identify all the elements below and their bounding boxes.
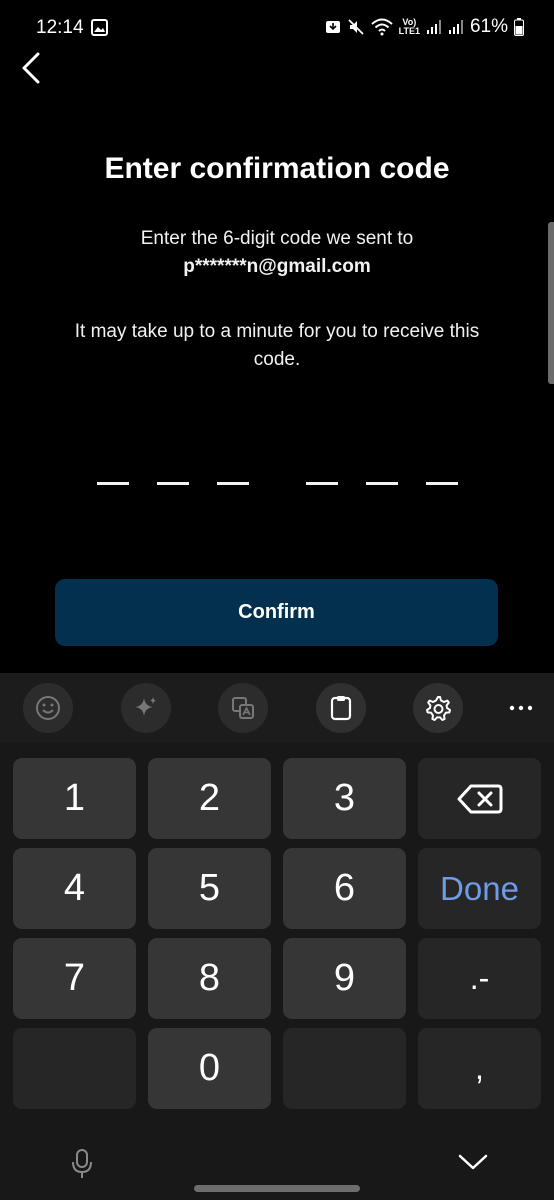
hide-keyboard-icon[interactable] [456,1150,490,1174]
subtitle-text: Enter the 6-digit code we sent to [140,228,414,249]
emoji-button[interactable] [23,683,73,733]
dot-dash-key[interactable]: .- [418,938,541,1019]
backspace-icon [457,784,502,813]
wifi-icon [370,18,393,36]
status-time: 12:14 [36,17,84,38]
settings-button[interactable] [413,683,463,733]
sparkle-icon [135,697,156,716]
delivery-note: It may take up to a minute for you to re… [74,321,480,370]
code-slot-2[interactable] [157,482,189,485]
battery-icon [514,18,524,36]
status-icons: Vo) LTE1 61% [325,16,524,38]
mute-icon [347,19,364,35]
code-slot-5[interactable] [366,482,398,485]
emoji-icon [36,696,60,720]
more-button[interactable] [496,683,546,733]
microphone-icon[interactable] [68,1148,96,1180]
clipboard-icon [330,696,352,721]
key-9[interactable]: 9 [283,938,406,1019]
key-0[interactable]: 0 [148,1028,271,1109]
notification-icon [325,21,340,33]
gallery-icon [91,19,108,36]
key-1[interactable]: 1 [13,758,136,839]
comma-key[interactable]: , [418,1028,541,1109]
code-input[interactable] [0,470,554,500]
empty-key-right [283,1028,406,1109]
code-slot-4[interactable] [306,482,338,485]
confirm-button[interactable]: Confirm [55,579,498,646]
signal-icon-1 [426,20,441,34]
key-2[interactable]: 2 [148,758,271,839]
key-5[interactable]: 5 [148,848,271,929]
code-slot-1[interactable] [97,482,129,485]
keyboard-toolbar [0,673,554,743]
more-icon [509,705,533,711]
home-indicator[interactable] [194,1185,360,1192]
email-address: p*******n@gmail.com [183,256,371,277]
key-4[interactable]: 4 [13,848,136,929]
battery-percent: 61% [469,16,508,37]
translate-button[interactable] [218,683,268,733]
settings-icon [426,696,451,721]
done-key[interactable]: Done [418,848,541,929]
key-8[interactable]: 8 [148,938,271,1019]
code-slot-3[interactable] [217,482,249,485]
clipboard-button[interactable] [316,683,366,733]
backspace-key[interactable] [418,758,541,839]
back-arrow-icon[interactable] [14,48,50,88]
status-bar: 12:14 Vo) LTE1 61% [0,0,554,56]
translate-icon [232,697,254,719]
network-label: Vo) LTE1 [398,17,420,36]
signal-icon-2 [448,20,463,34]
page-title: Enter confirmation code [104,152,450,185]
code-slot-6[interactable] [426,482,458,485]
key-3[interactable]: 3 [283,758,406,839]
key-7[interactable]: 7 [13,938,136,1019]
ai-button[interactable] [121,683,171,733]
key-6[interactable]: 6 [283,848,406,929]
empty-key-left [13,1028,136,1109]
subtitle: Enter the 6-digit code we sent to p*****… [0,225,554,281]
